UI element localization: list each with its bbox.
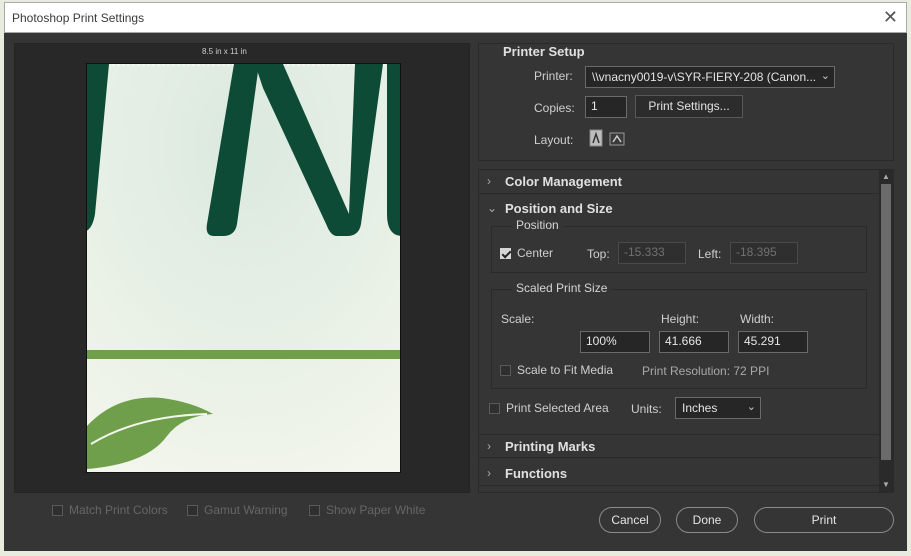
position-group-title: Position <box>512 218 563 232</box>
match-print-colors-option[interactable]: Match Print Colors <box>52 503 168 517</box>
match-print-colors-label: Match Print Colors <box>69 503 168 517</box>
center-label: Center <box>517 246 554 260</box>
scale-input[interactable]: 100% <box>580 331 650 353</box>
scale-label: Scale: <box>501 312 535 326</box>
functions-title: Functions <box>505 466 568 481</box>
color-management-section[interactable]: › Color Management <box>479 170 879 194</box>
printer-setup-panel: Printer Setup Printer: \\vnacny0019-v\SY… <box>478 43 894 161</box>
width-input[interactable]: 45.291 <box>738 331 808 353</box>
chevron-right-icon: › <box>487 174 491 188</box>
show-paper-white-label: Show Paper White <box>326 503 426 517</box>
print-resolution: Print Resolution: 72 PPI <box>642 364 770 378</box>
top-input[interactable]: -15.333 <box>618 242 686 264</box>
height-label: Height: <box>661 312 700 326</box>
preview-options: Match Print Colors Gamut Warning Show Pa… <box>14 501 470 521</box>
cancel-button[interactable]: Cancel <box>599 507 661 533</box>
close-icon[interactable]: ✕ <box>883 7 898 27</box>
layout-label: Layout: <box>534 133 574 147</box>
settings-panel: › Color Management ⌄ Position and Size P… <box>478 169 894 493</box>
position-group: Position Center Top: -15.333 Left: -18.3… <box>491 218 867 273</box>
scale-to-fit-option[interactable]: Scale to Fit Media <box>500 363 613 377</box>
scroll-down-icon[interactable]: ▼ <box>882 480 890 489</box>
printer-label: Printer: <box>534 69 573 83</box>
scale-to-fit-checkbox[interactable] <box>500 365 511 376</box>
print-selected-area-checkbox[interactable] <box>489 403 500 414</box>
left-input[interactable]: -18.395 <box>730 242 798 264</box>
landscape-layout-icon[interactable] <box>609 132 625 149</box>
print-selected-area-option[interactable]: Print Selected Area <box>489 401 609 415</box>
show-paper-white-checkbox[interactable] <box>309 505 320 516</box>
printer-value: \\vnacny0019-v\SYR-FIERY-208 (Canon... <box>592 70 817 84</box>
chevron-down-icon: ⌄ <box>487 201 498 215</box>
show-paper-white-option[interactable]: Show Paper White <box>309 503 425 517</box>
center-checkbox[interactable] <box>500 248 511 259</box>
scroll-up-icon[interactable]: ▲ <box>882 172 890 181</box>
chevron-down-icon: ⌄ <box>820 70 830 82</box>
match-print-colors-checkbox[interactable] <box>52 505 63 516</box>
gamut-warning-checkbox[interactable] <box>187 505 198 516</box>
print-settings-dialog: 8.5 in x 11 in Match Print Colors Gamut … <box>4 33 907 551</box>
units-value: Inches <box>682 401 718 415</box>
preview-paper[interactable] <box>86 63 401 473</box>
scaled-print-size-title: Scaled Print Size <box>512 281 612 295</box>
position-and-size-title: Position and Size <box>505 201 613 216</box>
title-bar: Photoshop Print Settings ✕ <box>4 2 907 33</box>
units-label: Units: <box>631 402 662 416</box>
copies-input[interactable]: 1 <box>585 96 627 118</box>
color-management-title: Color Management <box>505 174 623 189</box>
printer-select[interactable]: \\vnacny0019-v\SYR-FIERY-208 (Canon... ⌄ <box>585 66 835 88</box>
window-title: Photoshop Print Settings <box>12 11 145 25</box>
print-button[interactable]: Print <box>754 507 894 533</box>
scaled-print-size-group: Scaled Print Size Scale: Height: Width: … <box>491 281 867 389</box>
left-label: Left: <box>698 247 722 261</box>
print-selected-area-label: Print Selected Area <box>506 401 609 415</box>
chevron-right-icon: › <box>487 439 491 453</box>
gamut-warning-label: Gamut Warning <box>204 503 288 517</box>
functions-section[interactable]: › Functions <box>479 462 879 486</box>
printing-marks-section[interactable]: › Printing Marks <box>479 434 879 458</box>
chevron-right-icon: › <box>487 466 491 480</box>
center-option[interactable]: Center <box>500 246 553 260</box>
print-preview: 8.5 in x 11 in <box>14 43 470 493</box>
units-select[interactable]: Inches ⌄ <box>675 397 761 419</box>
settings-scrollbar[interactable]: ▲ ▼ <box>879 170 893 492</box>
top-label: Top: <box>587 247 610 261</box>
scrollbar-thumb[interactable] <box>881 184 891 460</box>
chevron-down-icon: ⌄ <box>746 401 756 413</box>
gamut-warning-option[interactable]: Gamut Warning <box>187 503 288 517</box>
scale-to-fit-label: Scale to Fit Media <box>517 363 614 377</box>
paper-size-label: 8.5 in x 11 in <box>202 47 247 56</box>
done-button[interactable]: Done <box>676 507 738 533</box>
copies-label: Copies: <box>534 101 575 115</box>
printer-setup-heading: Printer Setup <box>503 44 585 59</box>
print-settings-button[interactable]: Print Settings... <box>635 95 743 118</box>
printing-marks-title: Printing Marks <box>505 439 596 454</box>
portrait-layout-icon[interactable] <box>589 129 603 150</box>
height-input[interactable]: 41.666 <box>659 331 729 353</box>
width-label: Width: <box>740 312 775 326</box>
preview-artwork <box>87 64 400 472</box>
